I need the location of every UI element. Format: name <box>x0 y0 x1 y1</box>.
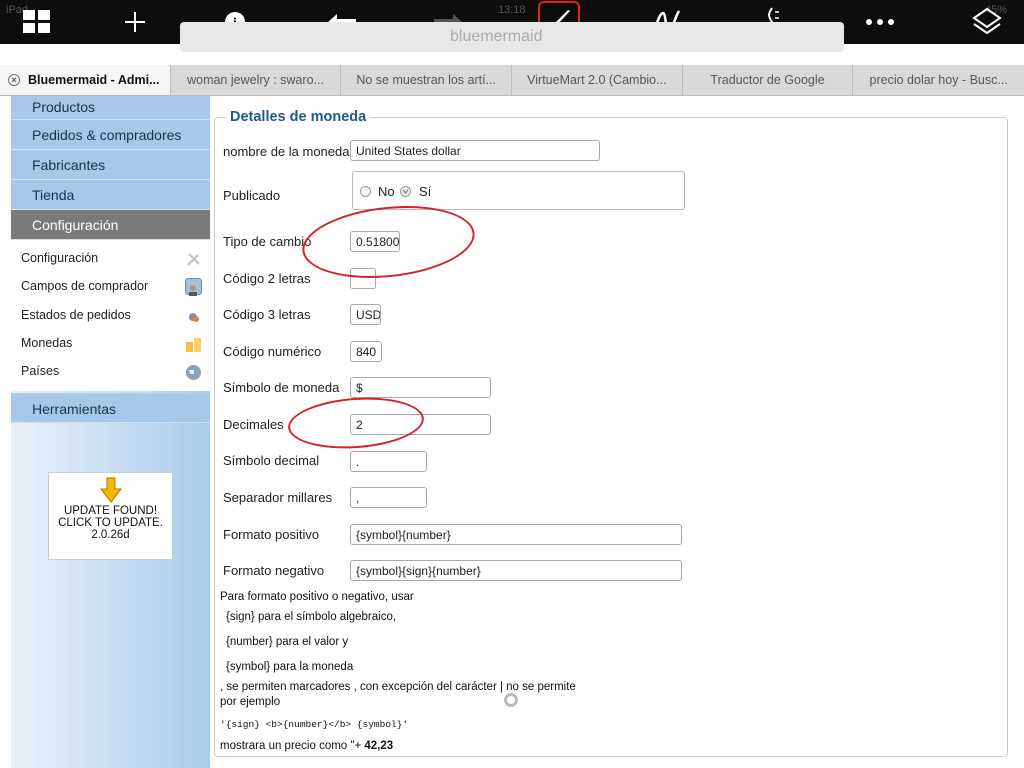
label-currency-symbol: Símbolo de moneda <box>223 380 340 395</box>
fieldset-legend: Detalles de moneda <box>226 109 371 125</box>
numeric-code-input[interactable]: 840 <box>350 341 382 362</box>
help-result: mostrara un precio como "+ 42,23 <box>220 740 393 752</box>
download-arrow-icon <box>99 477 122 503</box>
label-code-2: Código 2 letras <box>223 271 311 286</box>
tab-virtuemart[interactable]: VirtueMart 2.0 (Cambio... <box>512 65 683 95</box>
help-example-code: '{sign} <b>{number}</b> {symbol}' <box>220 719 409 730</box>
submenu-campos-comprador[interactable]: Campos de comprador <box>11 272 210 300</box>
thousands-separator-input[interactable]: , <box>350 487 427 508</box>
published-radio-group: No Sí <box>352 171 685 210</box>
tab-bar: × Bluemermaid - Admi... woman jewelry : … <box>0 65 1024 96</box>
currency-symbol-input[interactable]: $ <box>350 377 491 398</box>
submenu-label: Estados de pedidos <box>21 307 131 322</box>
radio-no[interactable] <box>360 186 371 197</box>
globe-icon <box>185 363 202 381</box>
update-line1: UPDATE FOUND! <box>63 505 158 517</box>
label-exchange-rate: Tipo de cambio <box>223 234 312 249</box>
tab-label: precio dolar hoy - Busc... <box>869 73 1008 87</box>
label-positive-format: Formato positivo <box>223 527 320 542</box>
url-text: bluemermaid <box>450 28 543 45</box>
menu-herramientas[interactable]: Herramientas <box>11 393 210 424</box>
label-numeric-code: Código numérico <box>223 344 322 359</box>
label-published: Publicado <box>223 188 281 203</box>
submenu-configuracion[interactable]: Configuración <box>11 244 210 272</box>
help-intro: Para formato positivo o negativo, usar <box>220 591 414 603</box>
label-currency-name: nombre de la moneda <box>223 144 350 159</box>
tab-traductor[interactable]: Traductor de Google <box>683 65 854 95</box>
exchange-rate-input[interactable]: 0.51800 <box>350 231 400 252</box>
positive-format-input[interactable]: {symbol}{number} <box>350 524 682 545</box>
coins-icon <box>185 335 202 352</box>
help-example-label: por ejemplo <box>220 696 281 708</box>
layers-icon[interactable] <box>967 2 1007 42</box>
help-markers: , se permiten marcadores , con excepción… <box>220 681 576 693</box>
user-card-icon <box>185 278 202 297</box>
more-icon[interactable] <box>860 2 900 42</box>
help-sign: {sign} para el símbolo algebraico, <box>226 611 397 623</box>
tab-woman-jewelry[interactable]: woman jewelry : swaro... <box>171 65 342 95</box>
code-2-input[interactable] <box>350 268 376 289</box>
currency-name-input[interactable]: United States dollar <box>350 140 600 161</box>
main-content: Detalles de moneda nombre de la moneda U… <box>214 96 1024 768</box>
label-decimals: Decimales <box>223 417 284 432</box>
submenu-label: Campos de comprador <box>21 279 149 294</box>
label-thousands-separator: Separador millares <box>223 490 333 505</box>
submenu-paises[interactable]: Países <box>11 357 210 385</box>
decimals-input[interactable]: 2 <box>350 414 491 435</box>
submenu-label: Países <box>21 364 60 379</box>
negative-format-input[interactable]: {symbol}{sign}{number} <box>350 560 682 581</box>
tab-label: woman jewelry : swaro... <box>187 73 324 87</box>
update-button[interactable]: UPDATE FOUND! CLICK TO UPDATE. 2.0.26d <box>48 472 173 560</box>
menu-fabricantes[interactable]: Fabricantes <box>11 150 210 180</box>
label-code-3: Código 3 letras <box>223 307 311 322</box>
decimal-symbol-input[interactable]: . <box>350 451 427 472</box>
submenu-monedas[interactable]: Monedas <box>11 329 210 357</box>
tab-precio-dolar[interactable]: precio dolar hoy - Busc... <box>853 65 1024 95</box>
status-icon <box>185 307 202 324</box>
plus-icon[interactable] <box>115 2 155 42</box>
config-submenu: Configuración Campos de comprador Estado… <box>11 240 210 392</box>
help-result-prefix: mostrara un precio como "+ <box>220 740 365 752</box>
url-bar[interactable]: bluemermaid <box>180 22 844 52</box>
menu-pedidos[interactable]: Pedidos & compradores <box>11 120 210 150</box>
tab-no-se-muestran[interactable]: No se muestran los artí... <box>341 65 513 95</box>
submenu-label: Monedas <box>21 335 73 350</box>
tools-icon <box>185 250 202 267</box>
help-number: {number} para el valor y <box>226 636 349 648</box>
close-icon[interactable]: × <box>8 74 20 86</box>
tab-label: VirtueMart 2.0 (Cambio... <box>527 73 667 87</box>
radio-yes[interactable] <box>400 186 411 197</box>
loading-spinner-icon <box>504 693 518 707</box>
label-decimal-symbol: Símbolo decimal <box>223 453 320 468</box>
tab-label: Traductor de Google <box>710 73 825 87</box>
label-negative-format: Formato negativo <box>223 563 325 578</box>
code-3-input[interactable]: USD <box>350 304 381 325</box>
menu-tienda[interactable]: Tienda <box>11 180 210 210</box>
tab-bluemermaid[interactable]: × Bluemermaid - Admi... <box>0 65 171 95</box>
radio-no-label: No <box>378 184 395 199</box>
update-version: 2.0.26d <box>91 529 130 541</box>
submenu-estados-pedidos[interactable]: Estados de pedidos <box>11 301 210 329</box>
tab-label: No se muestran los artí... <box>356 73 496 87</box>
admin-sidebar: Productos Pedidos & compradores Fabrican… <box>11 96 210 768</box>
grid-icon[interactable] <box>17 2 57 42</box>
tab-label: Bluemermaid - Admi... <box>28 73 160 87</box>
help-symbol: {symbol} para la moneda <box>226 661 354 673</box>
menu-configuracion[interactable]: Configuración <box>11 210 210 240</box>
submenu-label: Configuración <box>21 251 99 265</box>
radio-yes-label: Sí <box>419 184 432 199</box>
help-result-value: 42,23 <box>364 740 394 752</box>
status-time: 13:18 <box>498 4 526 16</box>
update-line2: CLICK TO UPDATE. <box>58 517 163 529</box>
menu-productos[interactable]: Productos <box>11 96 210 120</box>
